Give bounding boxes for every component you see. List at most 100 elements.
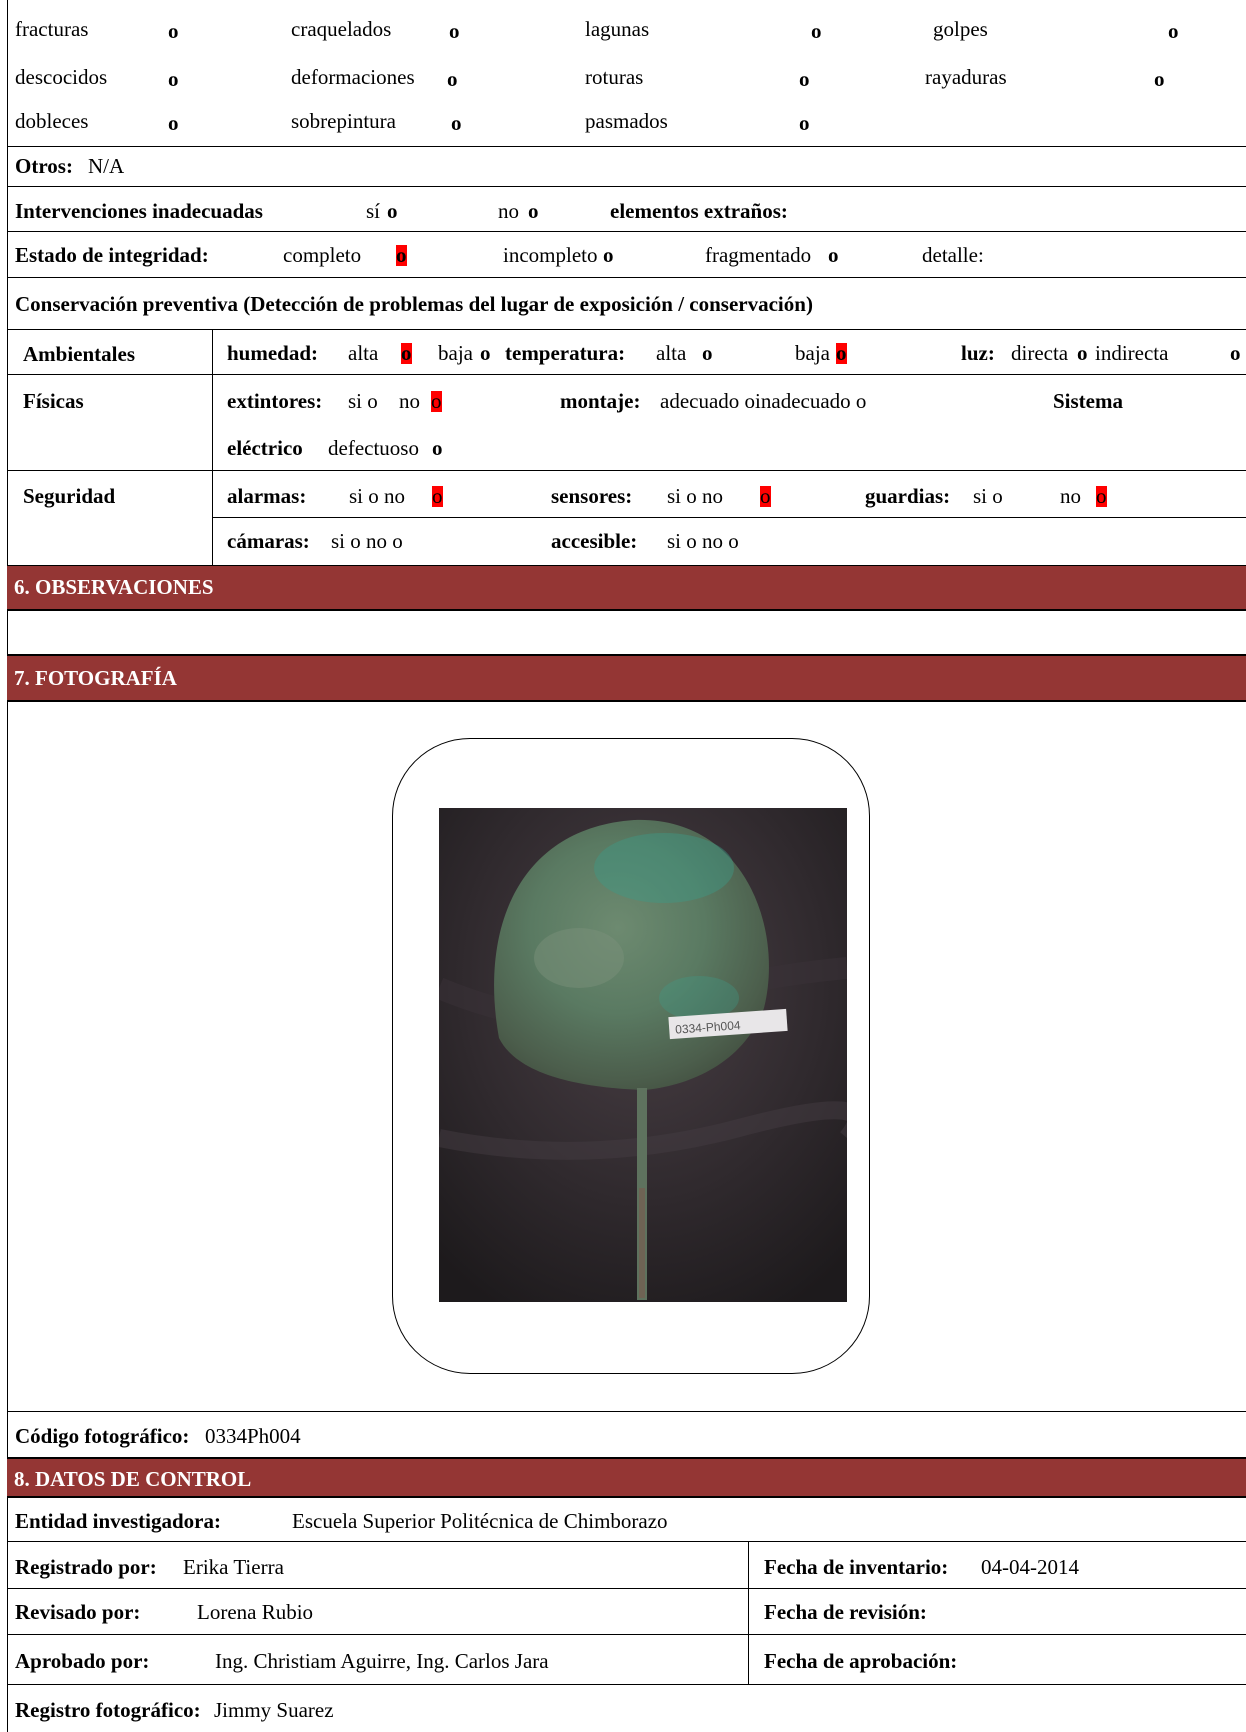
guardias-si: si o [973,484,1003,508]
checkbox-completo-marked[interactable]: o [396,245,407,266]
integridad-fragmentado: fragmentado [705,243,812,267]
intervenciones-no: no [498,199,519,223]
otros-value: N/A [88,154,125,178]
otros-label: Otros: [15,154,73,178]
sistema-label: Sistema [1053,389,1123,413]
aprobado-label: Aprobado por: [15,1649,150,1673]
checkbox-fracturas[interactable]: o [168,21,179,42]
fecha-aprobacion-label: Fecha de aprobación: [764,1649,958,1673]
revisado-value: Lorena Rubio [197,1600,314,1624]
extintores-no: no [399,389,420,413]
aprobado-row: Aprobado por: Ing. Christiam Aguirre, In… [7,1635,1246,1685]
checkbox-defectuoso[interactable]: o [432,438,443,459]
temperatura-label: temperatura: [505,341,626,365]
luz-label: luz: [961,341,995,365]
fecha-inventario-value: 04-04-2014 [981,1555,1079,1579]
registrado-label: Registrado por: [15,1555,157,1579]
checkbox-temperatura-baja-marked[interactable]: o [836,343,847,364]
ambientales-row: Ambientales humedad: alta o baja o tempe… [7,330,1246,375]
checkbox-guardias-no-marked[interactable]: o [1096,486,1107,507]
checkbox-sensores-no-marked[interactable]: o [760,486,771,507]
temperatura-alta: alta [656,341,687,365]
guardias-no: no [1060,484,1081,508]
registro-fotografico-row: Registro fotográfico: Jimmy Suarez [7,1685,1246,1732]
checkbox-deformaciones[interactable]: o [447,69,458,90]
codigo-value: 0334Ph004 [205,1424,301,1448]
damage-pasmados: pasmados [585,109,668,133]
checkbox-luz-directa[interactable]: o [1077,343,1088,364]
integridad-label: Estado de integridad: [15,243,209,267]
sensores-label: sensores: [551,484,633,508]
registro-fotografico-value: Jimmy Suarez [214,1698,334,1722]
checkbox-rayaduras[interactable]: o [1154,69,1165,90]
codigo-label: Código fotográfico: [15,1424,190,1448]
extintores-label: extintores: [227,389,323,413]
accesible-values: si o no o [667,529,739,553]
damage-list: fracturas o craquelados o lagunas o golp… [7,0,1246,147]
observaciones-body [7,611,1246,655]
checkbox-temperatura-alta[interactable]: o [702,343,713,364]
checkbox-pasmados[interactable]: o [799,113,810,134]
registrado-row: Registrado por: Erika Tierra Fecha de in… [7,1542,1246,1589]
humedad-alta: alta [348,341,379,365]
entidad-value: Escuela Superior Politécnica de Chimbora… [292,1509,668,1533]
otros-row: Otros: N/A [7,147,1246,187]
damage-roturas: roturas [585,65,644,89]
damage-golpes: golpes [933,17,988,41]
checkbox-roturas[interactable]: o [799,69,810,90]
damage-dobleces: dobleces [15,109,89,133]
entidad-row: Entidad investigadora: Escuela Superior … [7,1498,1246,1542]
section-fotografia: 7. FOTOGRAFÍA [7,655,1246,702]
conservacion-row: Conservación preventiva (Detección de pr… [7,278,1246,330]
entidad-label: Entidad investigadora: [15,1509,221,1533]
guardias-label: guardias: [865,484,951,508]
section-control: 8. DATOS DE CONTROL [7,1458,1246,1498]
checkbox-fragmentado[interactable]: o [828,245,839,266]
fisicas-row: Físicas extintores: si o no o montaje: a… [7,375,1246,471]
damage-deformaciones: deformaciones [291,65,415,89]
electrico-label: eléctrico [227,436,303,460]
section-fotografia-title: 7. FOTOGRAFÍA [14,666,177,690]
section-observaciones-title: 6. OBSERVACIONES [14,575,214,599]
integridad-row: Estado de integridad: completo o incompl… [7,232,1246,278]
checkbox-incompleto[interactable]: o [603,245,614,266]
damage-lagunas: lagunas [585,17,650,41]
montaje-label: montaje: [560,389,641,413]
fecha-revision-label: Fecha de revisión: [764,1600,927,1624]
integridad-incompleto: incompleto [503,243,598,267]
damage-craquelados: craquelados [291,17,392,41]
alarmas-label: alarmas: [227,484,307,508]
elementos-extranos-label: elementos extraños: [610,199,788,223]
checkbox-luz-indirecta[interactable]: o [1230,343,1241,364]
fecha-inventario-label: Fecha de inventario: [764,1555,949,1579]
checkbox-extintores-no-marked[interactable]: o [431,391,442,412]
checkbox-alarmas-no-marked[interactable]: o [432,486,443,507]
checkbox-golpes[interactable]: o [1168,21,1179,42]
luz-directa: directa [1011,341,1069,365]
checkbox-humedad-baja[interactable]: o [480,343,491,364]
temperatura-baja: baja [795,341,830,365]
checkbox-sobrepintura[interactable]: o [451,113,462,134]
montaje-values: adecuado oinadecuado o [660,389,867,413]
conservacion-title: Conservación preventiva (Detección de pr… [15,292,813,316]
checkbox-humedad-alta-marked[interactable]: o [401,343,412,364]
section-control-title: 8. DATOS DE CONTROL [14,1467,252,1491]
artifact-photo: 0334-Ph004 [439,808,847,1302]
inventory-form: fracturas o craquelados o lagunas o golp… [7,0,1246,1732]
checkbox-descocidos[interactable]: o [168,69,179,90]
damage-fracturas: fracturas [15,17,89,41]
revisado-label: Revisado por: [15,1600,141,1624]
revisado-row: Revisado por: Lorena Rubio Fecha de revi… [7,1589,1246,1635]
fisicas-label: Físicas [23,389,84,413]
checkbox-craquelados[interactable]: o [449,21,460,42]
checkbox-lagunas[interactable]: o [811,21,822,42]
humedad-baja: baja [438,341,473,365]
codigo-row: Código fotográfico: 0334Ph004 [7,1412,1246,1458]
extintores-si: si o [348,389,378,413]
damage-sobrepintura: sobrepintura [291,109,396,133]
checkbox-intervenciones-no[interactable]: o [528,201,539,222]
registro-fotografico-label: Registro fotográfico: [15,1698,201,1722]
checkbox-intervenciones-si[interactable]: o [387,201,398,222]
accesible-label: accesible: [551,529,638,553]
checkbox-dobleces[interactable]: o [168,113,179,134]
